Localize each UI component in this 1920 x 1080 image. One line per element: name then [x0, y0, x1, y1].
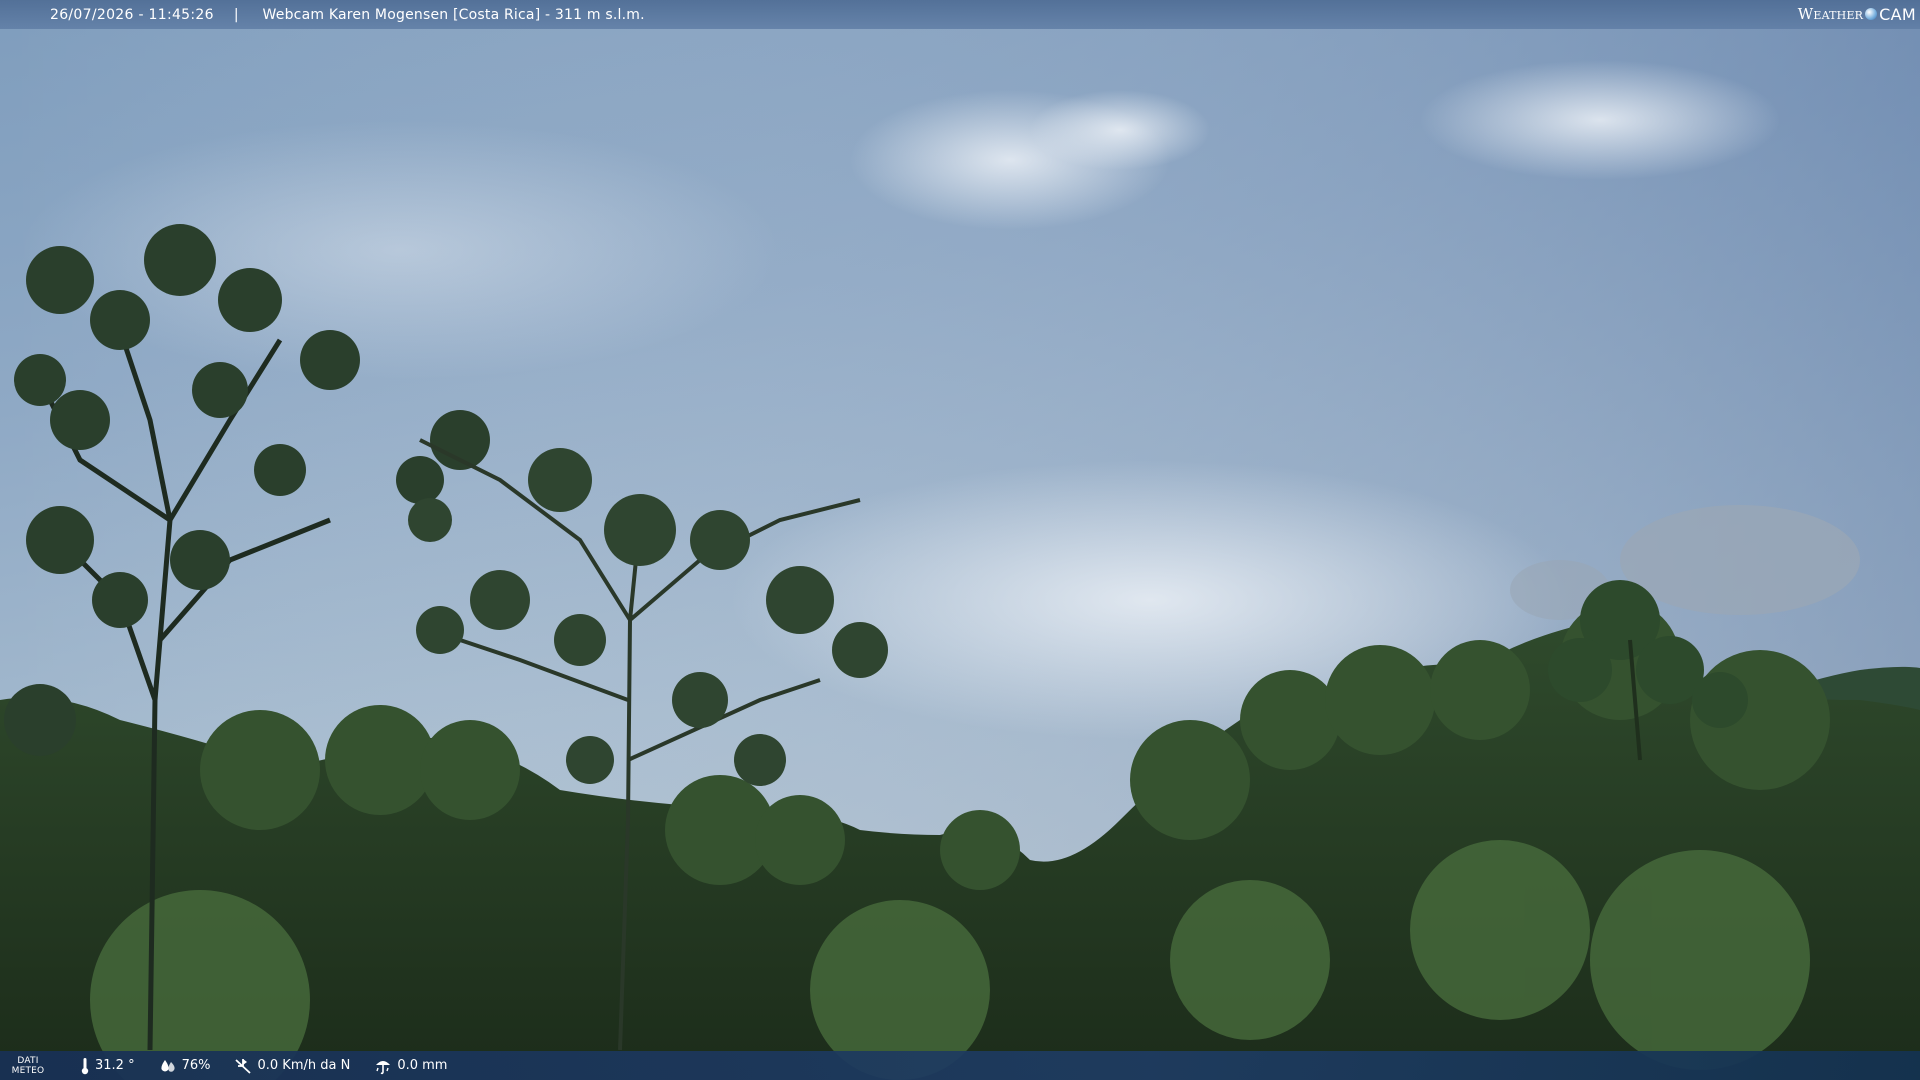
dati-label: DATI	[17, 1055, 39, 1066]
logo-weather-text: Weather	[1797, 5, 1864, 23]
timestamp: 26/07/2026 - 11:45:26	[50, 6, 214, 23]
rain-value: 0.0 mm	[397, 1058, 448, 1073]
rain-gauge-icon	[376, 1060, 391, 1074]
humidity-value: 76%	[181, 1058, 211, 1073]
thermometer-icon	[81, 1057, 89, 1074]
wind-icon	[235, 1058, 252, 1074]
temperature-reading: 31.2 °	[80, 1057, 135, 1075]
temperature-value: 31.2 °	[95, 1058, 135, 1073]
humidity-drop-icon	[161, 1059, 175, 1072]
humidity-reading: 76%	[159, 1058, 211, 1074]
globe-icon	[1865, 8, 1878, 20]
wind-reading: 0.0 Km/h da N	[234, 1057, 350, 1075]
top-info-bar: 26/07/2026 - 11:45:26 | Webcam Karen Mog…	[0, 0, 1920, 29]
separator: |	[233, 6, 239, 23]
webcam-title: Webcam Karen Mogensen [Costa Rica] - 311…	[262, 6, 645, 23]
wind-value: 0.0 Km/h da N	[257, 1058, 351, 1073]
weathercam-logo: Weather CAM	[1798, 2, 1916, 26]
rain-reading: 0.0 mm	[374, 1057, 447, 1075]
logo-cam-text: CAM	[1879, 4, 1916, 24]
webcam-image	[0, 0, 1920, 1080]
webcam-frame: 26/07/2026 - 11:45:26 | Webcam Karen Mog…	[0, 0, 1920, 1080]
meteo-label: METEO	[11, 1065, 45, 1076]
dati-meteo-label: DATI METEO	[0, 1056, 56, 1076]
weather-data-bar: DATI METEO 31.2 ° 76% 0.0 Km/h da N 0.0 …	[0, 1051, 1920, 1080]
